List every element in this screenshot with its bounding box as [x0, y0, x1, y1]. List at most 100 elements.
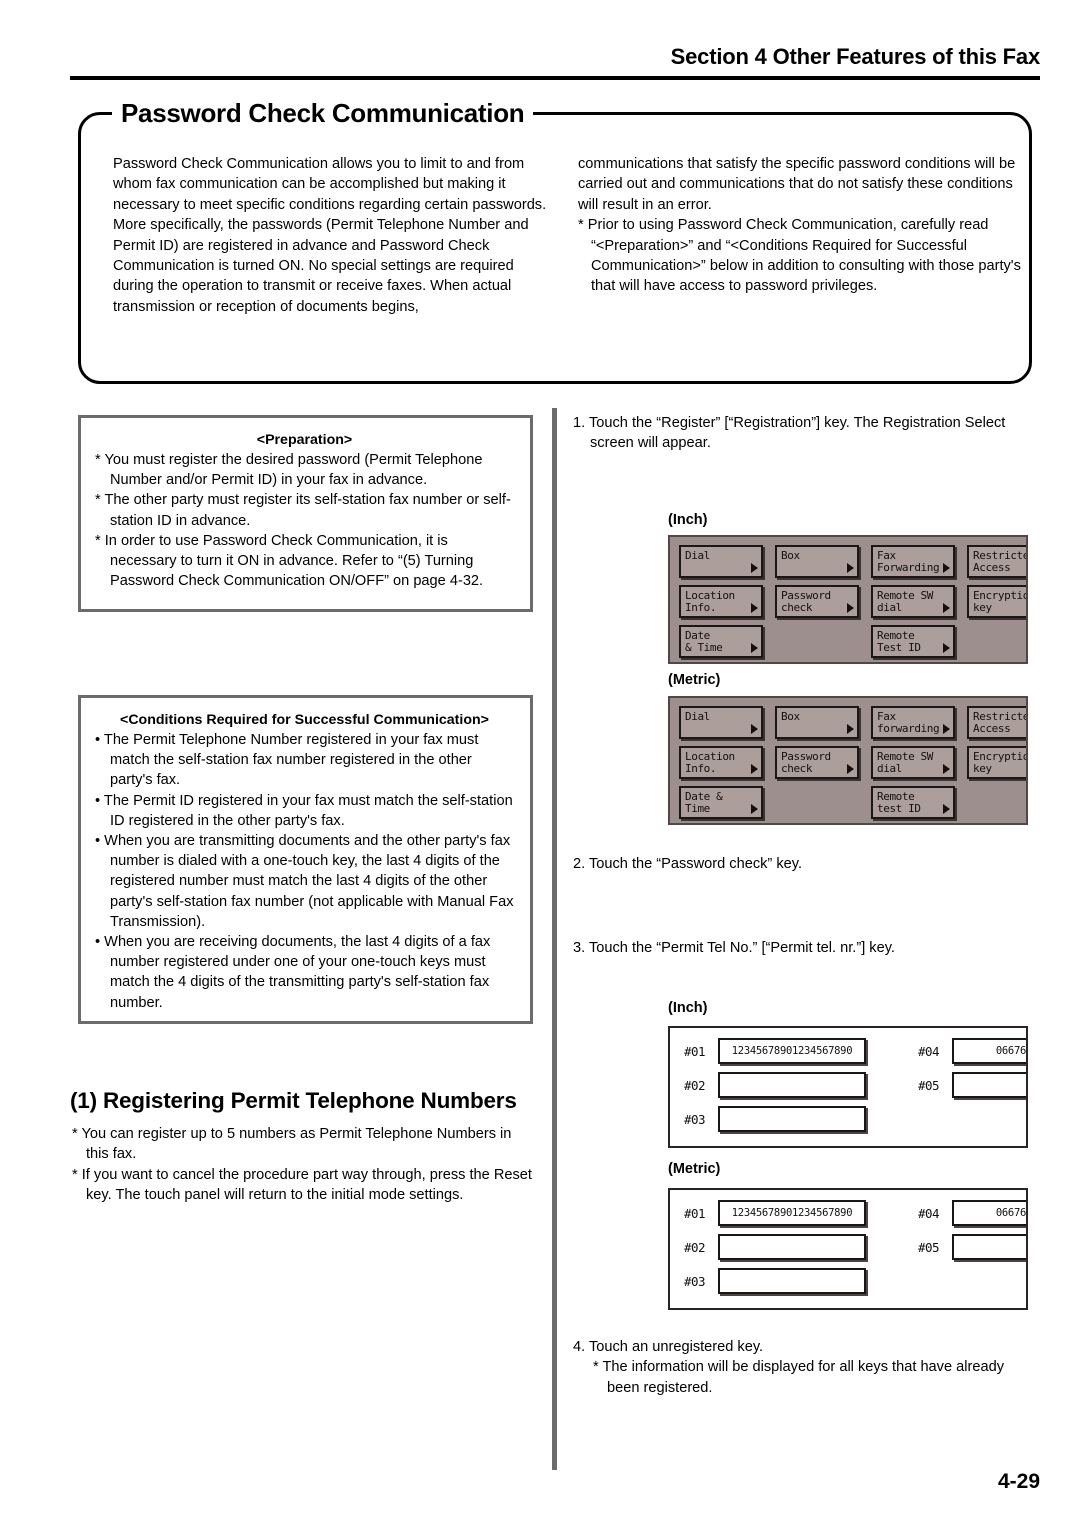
permit-number-field-02[interactable]	[718, 1234, 866, 1260]
lcd-key-remote-sw-dial[interactable]: Remote SW dial	[871, 585, 955, 618]
unit-label-inch: (Inch)	[668, 512, 708, 528]
permit-number-field-04[interactable]: 0667643392	[952, 1200, 1026, 1226]
lcd-key-date-time[interactable]: Date & Time	[679, 786, 763, 819]
note-item: * If you want to cancel the procedure pa…	[72, 1166, 532, 1204]
list-item: • The Permit Telephone Number registered…	[95, 732, 479, 789]
lcd-key-fax-forwarding[interactable]: Fax forwarding	[871, 706, 955, 739]
lcd-key-fax-forwarding[interactable]: Fax Forwarding	[871, 545, 955, 578]
permit-number-field-05[interactable]	[952, 1072, 1026, 1098]
step-text: 1. Touch the “Register” [“Registration”]…	[573, 415, 1006, 452]
permit-telephone-numbers-screen-inch[interactable]: #01 12345678901234567890 #02 #03 #04 0667643…	[668, 1026, 1028, 1148]
chevron-right-icon	[943, 724, 950, 734]
lcd-key-remote-test-id[interactable]: Remote Test ID	[871, 625, 955, 658]
lcd-key-label: Encryption key	[973, 750, 1026, 776]
preparation-box: <Preparation> * You must register the de…	[78, 415, 533, 612]
lcd-key-empty	[967, 625, 1026, 658]
lcd-key-empty	[775, 625, 859, 658]
lcd-key-password-check[interactable]: Password check	[775, 585, 859, 618]
permit-index-label: #01	[684, 1043, 706, 1059]
permit-row: #02	[684, 1072, 866, 1098]
permit-number-field-03[interactable]	[718, 1268, 866, 1294]
lcd-key-label: Password check	[781, 750, 831, 776]
permit-row: #02	[684, 1234, 866, 1260]
section-header: Section 4 Other Features of this Fax	[670, 44, 1041, 69]
lcd-key-row: Date & Time Remote Test ID	[679, 625, 1026, 658]
lcd-key-row: Dial Box Fax forwarding Restricted Access	[679, 706, 1026, 739]
lcd-key-label: Box	[781, 549, 800, 562]
lcd-key-label: Encryption key	[973, 589, 1026, 615]
permit-number-field-02[interactable]	[718, 1072, 866, 1098]
unit-label-metric: (Metric)	[668, 672, 721, 688]
preparation-box-title: <Preparation>	[256, 432, 353, 448]
unit-label-metric: (Metric)	[668, 1161, 721, 1177]
lcd-key-encryption-key[interactable]: Encryption key	[967, 746, 1026, 779]
intro-paragraph: communications that satisfy the specific…	[578, 156, 1016, 213]
conditions-box-title: <Conditions Required for Successful Comm…	[120, 712, 489, 728]
lcd-key-restricted-access[interactable]: Restricted Access	[967, 706, 1026, 739]
lcd-key-label: Restricted Access	[973, 710, 1026, 736]
permit-row: #04 0667643392	[918, 1038, 1026, 1064]
lcd-key-box[interactable]: Box	[775, 545, 859, 578]
permit-number-field-03[interactable]	[718, 1106, 866, 1132]
permit-number-field-01[interactable]: 12345678901234567890	[718, 1200, 866, 1226]
step-note: * The information will be displayed for …	[593, 1359, 1005, 1396]
lcd-key-remote-sw-dial[interactable]: Remote SW dial	[871, 746, 955, 779]
permit-column-left: #01 12345678901234567890 #02 #03	[684, 1200, 866, 1302]
conditions-list: • The Permit Telephone Number registered…	[95, 730, 514, 1013]
lcd-key-label: Box	[781, 710, 800, 723]
registration-select-screen-inch[interactable]: Dial Box Fax Forwarding Restricted Access Lo…	[668, 535, 1028, 664]
chevron-right-icon	[943, 603, 950, 613]
chevron-right-icon	[847, 764, 854, 774]
registration-select-screen-metric[interactable]: Dial Box Fax forwarding Restricted Access Lo…	[668, 696, 1028, 825]
chevron-right-icon	[943, 804, 950, 814]
note-item: * You can register up to 5 numbers as Pe…	[72, 1126, 512, 1163]
lcd-key-encryption-key[interactable]: Encryption key	[967, 585, 1026, 618]
chevron-right-icon	[847, 603, 854, 613]
permit-index-label: #02	[684, 1077, 706, 1093]
lcd-key-dial[interactable]: Dial	[679, 545, 763, 578]
lcd-key-label: Location Info.	[685, 750, 735, 776]
lcd-key-label: Restricted Access	[973, 549, 1026, 575]
lcd-key-label: Dial	[685, 710, 710, 723]
chevron-right-icon	[751, 603, 758, 613]
chevron-right-icon	[943, 764, 950, 774]
intro-text-right: communications that satisfy the specific…	[578, 154, 1028, 297]
step-4: 4. Touch an unregistered key. * The info…	[573, 1337, 1025, 1398]
permit-column-right: #04 0667643392 #05	[918, 1200, 1026, 1268]
step-text: 3. Touch the “Permit Tel No.” [“Permit t…	[573, 940, 895, 956]
lcd-key-empty	[775, 786, 859, 819]
left-notes: * You can register up to 5 numbers as Pe…	[72, 1124, 537, 1206]
lcd-key-empty	[967, 786, 1026, 819]
lcd-key-grid: Dial Box Fax Forwarding Restricted Access Lo…	[679, 545, 1026, 662]
intro-note: * Prior to using Password Check Communic…	[578, 217, 1021, 295]
permit-number-field-04[interactable]: 0667643392	[952, 1038, 1026, 1064]
lcd-key-remote-test-id[interactable]: Remote test ID	[871, 786, 955, 819]
permit-index-label: #04	[918, 1043, 940, 1059]
step-2: 2. Touch the “Password check” key.	[573, 854, 1025, 874]
permit-telephone-numbers-screen-metric[interactable]: #01 12345678901234567890 #02 #03 #04 0667643…	[668, 1188, 1028, 1310]
list-item: • The Permit ID registered in your fax m…	[95, 792, 513, 829]
lcd-key-date-time[interactable]: Date & Time	[679, 625, 763, 658]
list-item: * You must register the desired password…	[95, 452, 483, 489]
permit-number-field-05[interactable]	[952, 1234, 1026, 1260]
permit-row: #05	[918, 1072, 1026, 1098]
intro-text-left: Password Check Communication allows you …	[113, 154, 553, 317]
chevron-right-icon	[847, 563, 854, 573]
lcd-key-label: Remote Test ID	[877, 629, 921, 655]
step-1: 1. Touch the “Register” [“Registration”]…	[573, 413, 1025, 454]
lcd-key-grid: Dial Box Fax forwarding Restricted Access Lo…	[679, 706, 1026, 823]
permit-number-field-01[interactable]: 12345678901234567890	[718, 1038, 866, 1064]
lcd-key-location-info[interactable]: Location Info.	[679, 746, 763, 779]
lcd-key-box[interactable]: Box	[775, 706, 859, 739]
permit-column-left: #01 12345678901234567890 #02 #03	[684, 1038, 866, 1140]
lcd-key-location-info[interactable]: Location Info.	[679, 585, 763, 618]
chevron-right-icon	[847, 724, 854, 734]
chevron-right-icon	[943, 643, 950, 653]
permit-row: #01 12345678901234567890	[684, 1200, 866, 1226]
list-item: * The other party must register its self…	[95, 492, 511, 529]
chevron-right-icon	[751, 764, 758, 774]
lcd-key-password-check[interactable]: Password check	[775, 746, 859, 779]
lcd-key-restricted-access[interactable]: Restricted Access	[967, 545, 1026, 578]
page-title: Password Check Communication	[112, 98, 534, 129]
lcd-key-dial[interactable]: Dial	[679, 706, 763, 739]
